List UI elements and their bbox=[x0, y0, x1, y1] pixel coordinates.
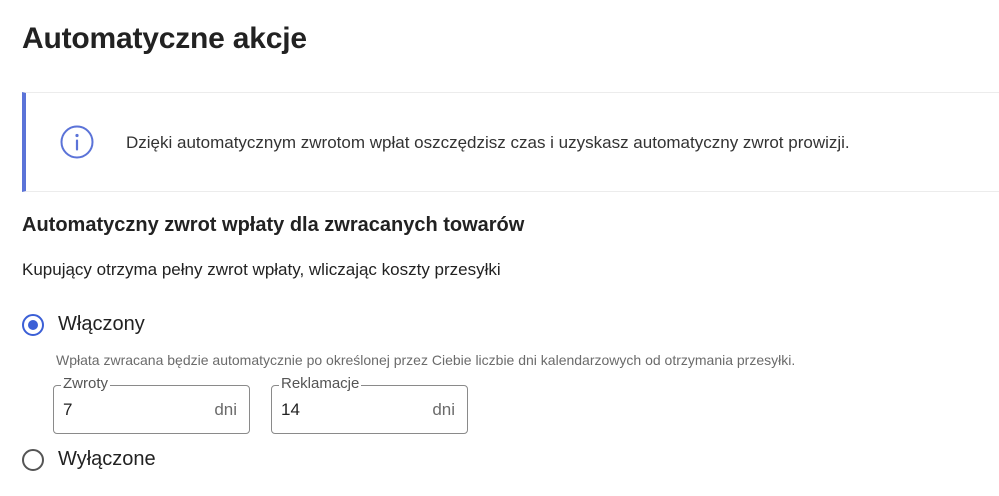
radio-option-disabled[interactable]: Wyłączone bbox=[22, 448, 156, 471]
info-icon bbox=[60, 125, 94, 159]
info-text: Dzięki automatycznym zwrotom wpłat oszcz… bbox=[126, 133, 850, 152]
page-title: Automatyczne akcje bbox=[22, 22, 307, 55]
radio-button-disabled[interactable] bbox=[22, 448, 44, 471]
returns-days-field[interactable]: Zwroty dni bbox=[53, 375, 250, 434]
radio-label-disabled: Wyłączone bbox=[58, 448, 156, 470]
complaints-field-label: Reklamacje bbox=[279, 375, 362, 393]
radio-button-enabled[interactable] bbox=[22, 313, 44, 336]
info-banner: Dzięki automatycznym zwrotom wpłat oszcz… bbox=[22, 92, 999, 192]
section-title: Automatyczny zwrot wpłaty dla zwracanych… bbox=[22, 214, 525, 236]
complaints-days-field[interactable]: Reklamacje dni bbox=[271, 375, 468, 434]
complaints-days-input[interactable] bbox=[281, 400, 401, 420]
enabled-help-text: Wpłata zwracana będzie automatycznie po … bbox=[56, 352, 796, 368]
radio-option-enabled[interactable]: Włączony bbox=[22, 313, 145, 336]
complaints-unit: dni bbox=[432, 400, 455, 419]
section-description: Kupujący otrzyma pełny zwrot wpłaty, wli… bbox=[22, 260, 501, 279]
returns-field-label: Zwroty bbox=[61, 375, 110, 393]
radio-label-enabled: Włączony bbox=[58, 313, 145, 335]
returns-days-input[interactable] bbox=[63, 400, 183, 420]
returns-unit: dni bbox=[214, 400, 237, 419]
